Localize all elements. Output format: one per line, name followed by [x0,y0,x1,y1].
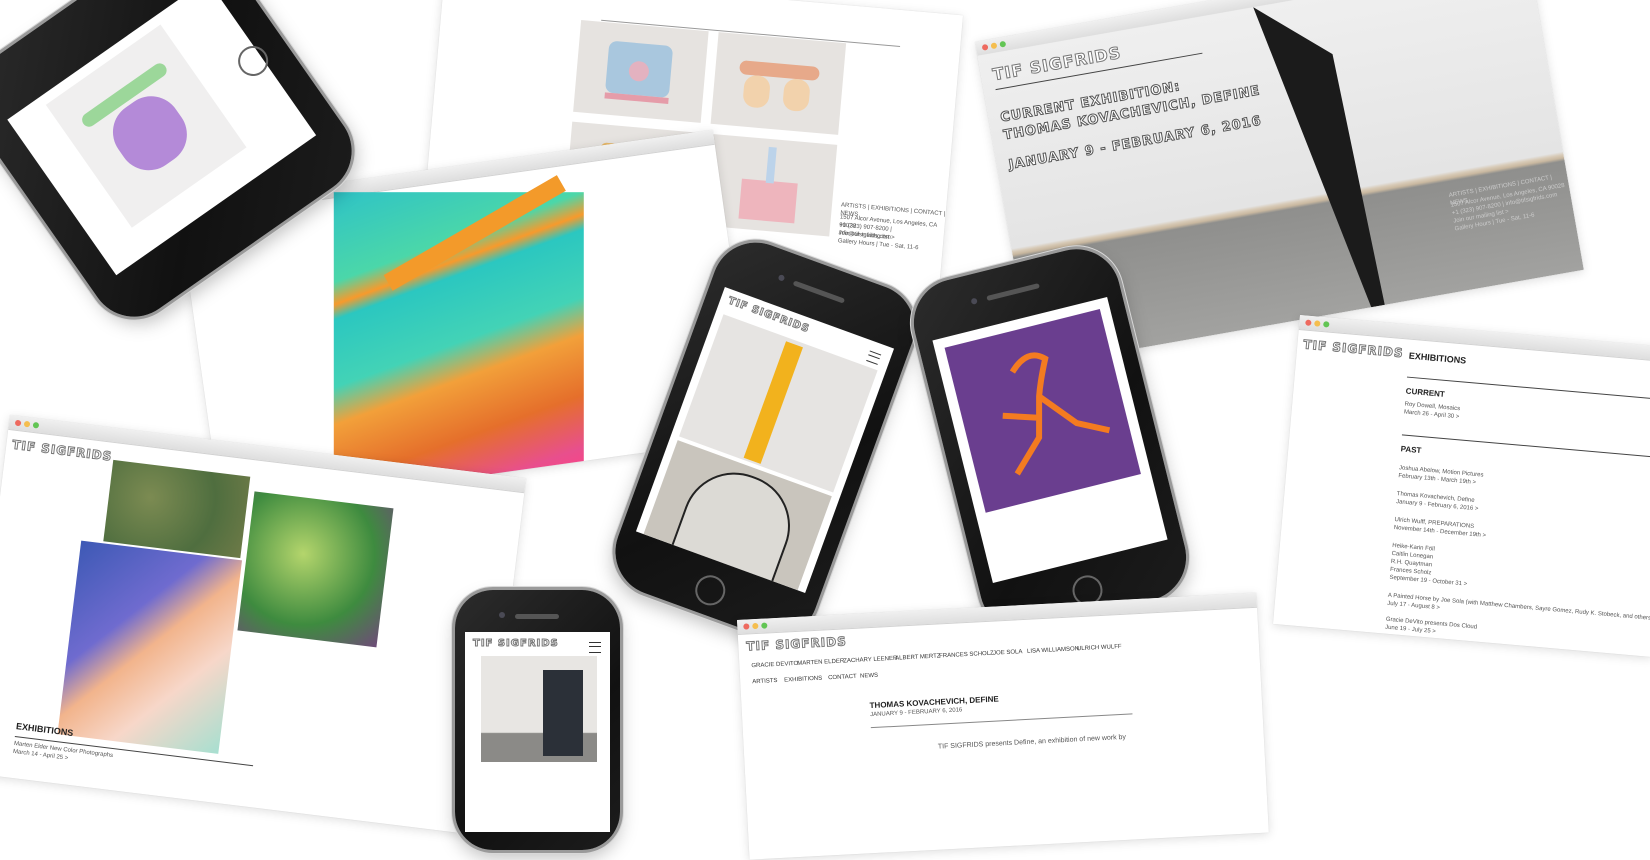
minimize-dot-icon[interactable] [23,420,31,428]
nav-link-artists[interactable]: ARTISTS [752,678,778,685]
speaker [792,280,846,304]
menu-icon[interactable] [589,642,601,653]
exhibitions-title: EXHIBITIONS [1408,350,1467,366]
past-heading: PAST [1400,444,1422,456]
front-camera-icon [777,274,786,282]
phone-screen: TIF SIGFRIDS [465,632,610,832]
home-button[interactable] [691,571,730,610]
gallery-install-image[interactable] [481,656,597,762]
pink-sculpture-stem [765,146,777,184]
speaker [986,283,1040,301]
artist-link-5[interactable]: JOE SOLA [993,649,1023,657]
brand-logo[interactable]: TIF SIGFRIDS [473,638,559,650]
brand-logo[interactable]: TIF SIGFRIDS [11,437,113,464]
artist-link-6[interactable]: LISA WILLIAMSON [1027,646,1079,655]
speaker [515,614,559,619]
minimize-dot-icon[interactable] [752,622,759,630]
pastel-shadow-image[interactable] [57,540,243,754]
peach-sculpture-leg1 [742,74,771,109]
artist-link-2[interactable]: ZACHARY LEENER [843,656,897,665]
arch-window [670,457,805,584]
past-item-3-name[interactable]: Heike-Karin Föll Caitlin Lonegan R.H. Qu… [1390,542,1435,578]
artist-link-4[interactable]: FRANCES SCHOLZ [939,651,994,660]
nav-link-news[interactable]: NEWS [860,673,878,680]
current-heading: CURRENT [1405,386,1446,399]
brand-logo[interactable]: TIF SIGFRIDS [1302,337,1404,361]
phone-screen [932,296,1168,584]
past-rule [1401,434,1650,458]
purple-painting-image[interactable] [944,309,1141,513]
grass-image[interactable] [103,459,251,559]
minimize-dot-icon[interactable] [990,42,998,50]
pink-sculpture [738,178,798,224]
sculpture-tile-2[interactable] [710,32,847,135]
close-dot-icon[interactable] [1305,319,1312,327]
artist-detail-window: TIF SIGFRIDS GRACIE DEVITO MARTEN ELDER … [737,592,1269,860]
maximize-dot-icon[interactable] [761,622,768,629]
brand-logo[interactable]: TIF SIGFRIDS [746,634,848,654]
maximize-dot-icon[interactable] [999,40,1007,48]
phone-bottom: TIF SIGFRIDS [455,590,620,850]
nav-link-contact[interactable]: CONTACT [828,674,857,681]
maximize-dot-icon[interactable] [32,421,40,429]
exhibitions-window: TIF SIGFRIDS EXHIBITIONS CURRENT Roy Dow… [1272,315,1650,657]
artist-link-3[interactable]: ALBERT MERTZ [895,653,941,661]
front-camera-icon [970,297,978,305]
detail-body: TIF SIGFRIDS presents Define, an exhibit… [937,733,1127,751]
artist-link-7[interactable]: ULRICH WULFF [1077,644,1122,652]
yellow-pole [743,341,803,464]
close-dot-icon[interactable] [981,43,989,51]
artist-link-0[interactable]: GRACIE DEVITO [751,661,798,669]
running-figure-graphic [1002,352,1111,476]
dark-panel [543,670,583,756]
purple-sculpture-image[interactable] [45,24,247,228]
cactus-image[interactable] [237,491,394,648]
left-exhibitions-window: TIF SIGFRIDS EXHIBITIONS Marten Elder Ne… [0,415,527,836]
window-chrome [1298,315,1650,364]
maximize-dot-icon[interactable] [1323,321,1330,328]
close-dot-icon[interactable] [743,623,750,630]
peach-sculpture-leg2 [782,78,811,113]
sculpture-tile-1[interactable] [573,20,709,123]
artist-link-1[interactable]: MARTEN ELDER [797,658,844,666]
close-dot-icon[interactable] [14,419,22,427]
front-camera-icon [499,612,505,618]
nav-link-exhibitions[interactable]: EXHIBITIONS [784,676,822,684]
minimize-dot-icon[interactable] [1314,320,1321,327]
menu-icon[interactable] [866,350,882,365]
